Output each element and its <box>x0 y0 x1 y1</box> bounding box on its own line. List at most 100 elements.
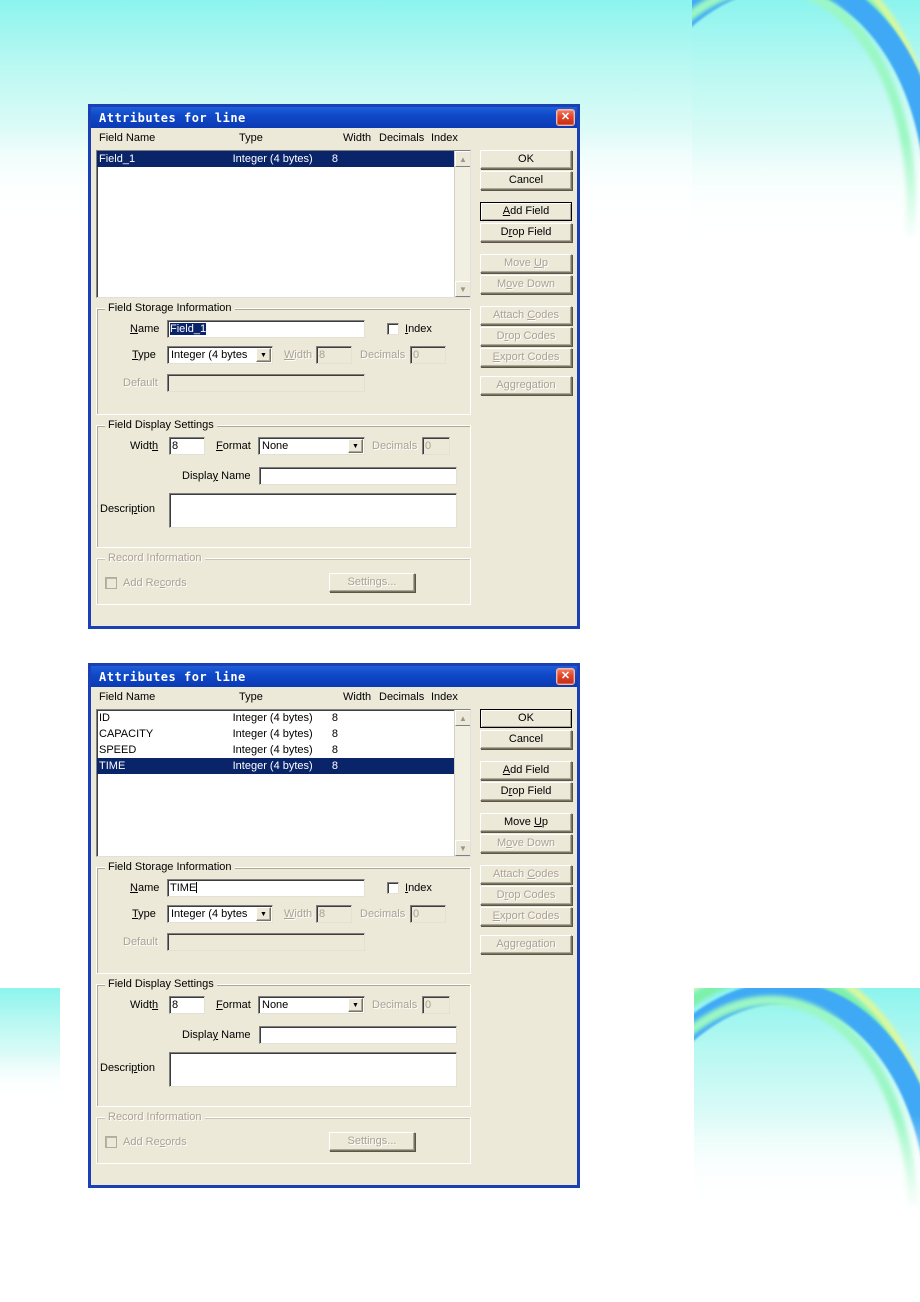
attach-codes-button: Attach Codes <box>480 865 572 884</box>
scroll-down-icon[interactable]: ▼ <box>455 281 470 297</box>
dialog-1-titlebar[interactable]: Attributes for line ✕ <box>91 107 577 128</box>
cell-width: 8 <box>331 744 338 756</box>
background-wave-mid-left <box>0 988 60 1108</box>
description-input[interactable] <box>169 493 457 528</box>
display-name-input[interactable] <box>259 467 457 485</box>
move-up-button[interactable]: Move Up <box>480 813 572 832</box>
settings-button: Settings... <box>329 1132 415 1151</box>
record-information-legend: Record Information <box>105 552 205 564</box>
chevron-down-icon[interactable]: ▼ <box>348 439 363 453</box>
dialog-1-field-list[interactable]: Field_1 Integer (4 bytes) 8 ▲ ▼ <box>96 150 471 298</box>
format-combobox-value: None <box>262 440 289 452</box>
cell-decimals <box>366 151 416 167</box>
drop-codes-button: Drop Codes <box>480 886 572 905</box>
index-checkbox[interactable] <box>387 323 399 335</box>
type-combobox-value: Integer (4 bytes <box>171 908 248 920</box>
default-label: Default <box>123 377 158 389</box>
scroll-up-icon[interactable]: ▲ <box>455 710 470 726</box>
cell-index <box>416 726 454 742</box>
chevron-down-icon[interactable]: ▼ <box>256 348 271 362</box>
scroll-down-icon[interactable]: ▼ <box>455 840 470 856</box>
dialog-1-list-column-headers: Field Name Type Width Decimals Index <box>96 132 572 147</box>
dialog-2-titlebar[interactable]: Attributes for line ✕ <box>91 666 577 687</box>
type-combobox[interactable]: Integer (4 bytes ▼ <box>167 346 273 364</box>
add-records-label: Add Records <box>123 577 187 589</box>
record-information-legend: Record Information <box>105 1111 205 1123</box>
display-name-input[interactable] <box>259 1026 457 1044</box>
display-decimals-input: 0 <box>422 996 450 1014</box>
table-row[interactable]: SPEED Integer (4 bytes) 8 <box>97 742 454 758</box>
text-caret <box>196 882 198 893</box>
column-header-index: Index <box>431 691 458 703</box>
table-row[interactable]: TIME Integer (4 bytes) 8 <box>97 758 454 774</box>
drop-field-button[interactable]: Drop Field <box>480 223 572 242</box>
dialog-2-title: Attributes for line <box>99 669 246 684</box>
add-records-label: Add Records <box>123 1136 187 1148</box>
dialog-1-button-column: OK Cancel Add Field Drop Field Move Up M… <box>480 150 572 397</box>
table-row[interactable]: ID Integer (4 bytes) 8 <box>97 710 454 726</box>
close-icon[interactable]: ✕ <box>556 668 575 685</box>
type-combobox-value: Integer (4 bytes <box>171 349 248 361</box>
cell-type: Integer (4 bytes) <box>232 744 313 756</box>
description-label: Description <box>100 1062 156 1074</box>
cell-index <box>416 151 454 167</box>
aggregation-button: Aggregation <box>480 935 572 954</box>
attributes-dialog-2: Attributes for line ✕ Field Name Type Wi… <box>88 663 580 1188</box>
add-field-button[interactable]: Add Field <box>480 761 572 780</box>
display-width-label: Width <box>130 999 159 1011</box>
display-width-input[interactable]: 8 <box>169 437 205 455</box>
ok-button[interactable]: OK <box>480 150 572 169</box>
close-icon[interactable]: ✕ <box>556 109 575 126</box>
default-input <box>167 374 365 392</box>
dialog-1-field-storage-group: Field Storage Information Name Field_1 I… <box>96 302 471 415</box>
description-input[interactable] <box>169 1052 457 1087</box>
description-label: Description <box>100 503 156 515</box>
ok-button[interactable]: OK <box>480 709 572 728</box>
move-up-button: Move Up <box>480 254 572 273</box>
index-label: Index <box>405 323 432 335</box>
display-width-input[interactable]: 8 <box>169 996 205 1014</box>
chevron-down-icon[interactable]: ▼ <box>348 998 363 1012</box>
cell-width: 8 <box>331 760 338 772</box>
table-row[interactable]: Field_1 Integer (4 bytes) 8 <box>97 151 454 167</box>
display-decimals-label: Decimals <box>372 999 418 1011</box>
column-header-decimals: Decimals <box>379 691 425 703</box>
cell-decimals <box>366 726 416 742</box>
dialog-2-field-list[interactable]: ID Integer (4 bytes) 8 CAPACITY Integer (4 b… <box>96 709 471 857</box>
dialog-2-list-column-headers: Field Name Type Width Decimals Index <box>96 691 572 706</box>
scroll-up-icon[interactable]: ▲ <box>455 151 470 167</box>
cancel-button[interactable]: Cancel <box>480 730 572 749</box>
add-field-button[interactable]: Add Field <box>480 202 572 221</box>
drop-field-button[interactable]: Drop Field <box>480 782 572 801</box>
cell-width: 8 <box>331 712 338 724</box>
column-header-width: Width <box>343 132 372 144</box>
name-input[interactable]: TIME <box>167 879 365 897</box>
type-label: Type <box>132 349 156 361</box>
dialog-2-list-scrollbar[interactable]: ▲ ▼ <box>454 710 470 856</box>
format-combobox[interactable]: None ▼ <box>258 437 365 455</box>
name-input[interactable]: Field_1 <box>167 320 365 338</box>
type-combobox[interactable]: Integer (4 bytes ▼ <box>167 905 273 923</box>
dialog-1-list-scrollbar[interactable]: ▲ ▼ <box>454 151 470 297</box>
cell-decimals <box>366 710 416 726</box>
column-header-type: Type <box>239 691 263 703</box>
column-header-field-name: Field Name <box>99 691 156 703</box>
name-input-value: TIME <box>170 882 197 894</box>
field-display-legend: Field Display Settings <box>105 419 217 431</box>
export-codes-button: Export Codes <box>480 907 572 926</box>
chevron-down-icon[interactable]: ▼ <box>256 907 271 921</box>
index-checkbox[interactable] <box>387 882 399 894</box>
cell-decimals <box>366 758 416 774</box>
table-row[interactable]: CAPACITY Integer (4 bytes) 8 <box>97 726 454 742</box>
add-records-checkbox <box>105 577 117 589</box>
storage-decimals-input: 0 <box>410 346 446 364</box>
attributes-dialog-1: Attributes for line ✕ Field Name Type Wi… <box>88 104 580 629</box>
default-label: Default <box>123 936 158 948</box>
display-name-label: Display Name <box>182 470 251 482</box>
cell-index <box>416 710 454 726</box>
field-storage-legend: Field Storage Information <box>105 861 235 873</box>
cancel-button[interactable]: Cancel <box>480 171 572 190</box>
move-down-button: Move Down <box>480 275 572 294</box>
display-name-label: Display Name <box>182 1029 251 1041</box>
format-combobox[interactable]: None ▼ <box>258 996 365 1014</box>
